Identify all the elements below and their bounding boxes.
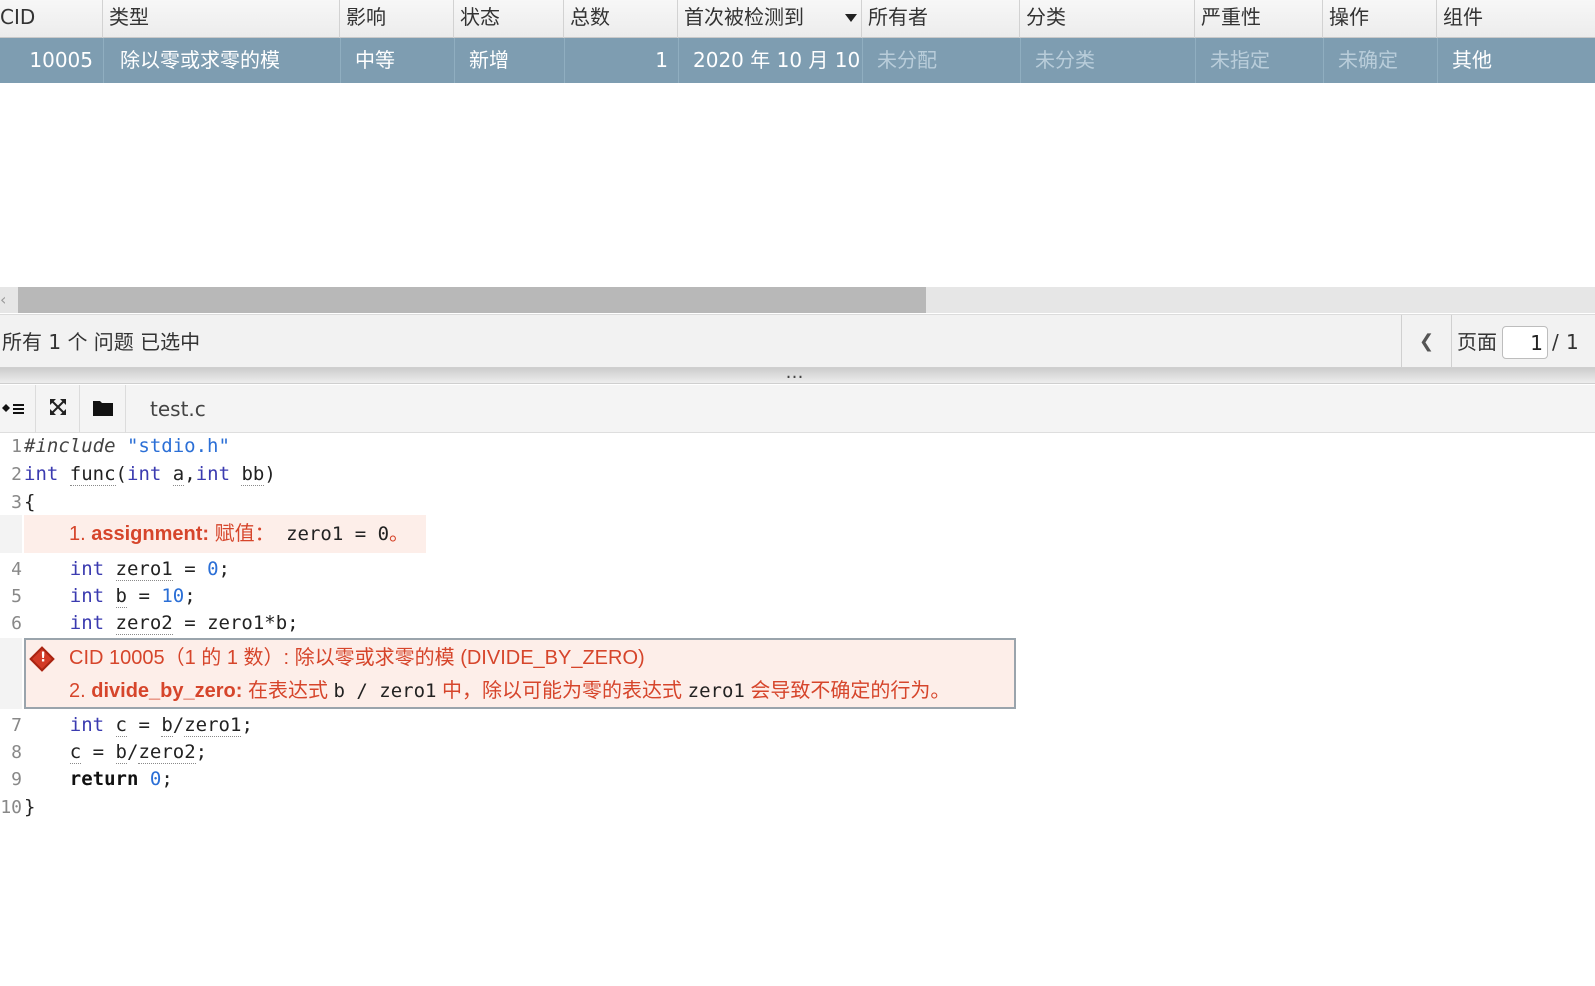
expand-button[interactable]	[36, 385, 80, 433]
horizontal-scrollbar[interactable]: ‹	[0, 287, 1595, 313]
event-assignment[interactable]: 1. assignment: 赋值： zero1 = 0。	[24, 515, 426, 553]
source-code-view: 1 #include "stdio.h" 2 int func(int a,in…	[0, 433, 1595, 986]
cell-severity: 未指定	[1196, 38, 1324, 83]
line-number: 8	[11, 742, 22, 763]
code-content: int b = 10;	[69, 585, 196, 608]
code-content: int c = b/zero1;	[69, 714, 253, 737]
column-header-severity[interactable]: 严重性	[1195, 0, 1323, 38]
column-header-type[interactable]: 类型	[103, 0, 340, 38]
defect-warning-icon	[29, 646, 55, 672]
code-line: 5 int b = 10;	[0, 583, 1595, 610]
event-divide-by-zero: 2. divide_by_zero: 在表达式 b / zero1 中，除以可能…	[69, 677, 950, 705]
code-content: int zero2 = zero1*b;	[69, 612, 299, 635]
status-bar: 所有 1 个 问题 已选中 ❮ 页面 / 1	[0, 314, 1595, 369]
scroll-left-icon[interactable]: ‹	[0, 291, 14, 309]
table-row[interactable]: 10005 除以零或求零的模 中等 新增 1 2020 年 10 月 10 未分…	[0, 38, 1595, 83]
code-line: 8 c = b/zero2;	[0, 739, 1595, 766]
code-line: 9 return 0;	[0, 766, 1595, 793]
column-header-first-detected[interactable]: 首次被检测到	[678, 0, 862, 38]
defect-event-box[interactable]: CID 10005（1 的 1 数）: 除以零或求零的模 (DIVIDE_BY_…	[24, 638, 1016, 709]
line-number: 5	[11, 586, 22, 607]
code-line: 6 int zero2 = zero1*b;	[0, 610, 1595, 637]
event-text-end: 。	[389, 523, 410, 545]
event-code: b / zero1	[333, 680, 437, 702]
code-content: return 0;	[69, 768, 173, 790]
code-line: 7 int c = b/zero1;	[0, 712, 1595, 739]
column-header-status[interactable]: 状态	[454, 0, 564, 38]
line-number: 2	[11, 464, 22, 485]
defect-title: CID 10005（1 的 1 数）: 除以零或求零的模 (DIVIDE_BY_…	[69, 647, 645, 669]
code-content: int func(int a,int bb)	[24, 463, 276, 486]
line-number: 3	[11, 492, 22, 513]
page-label: 页面	[1457, 330, 1497, 354]
event-text: 在表达式	[242, 680, 334, 702]
page-total: 1	[1566, 330, 1579, 354]
cell-first-detected: 2020 年 10 月 10	[679, 38, 863, 83]
scrollbar-thumb[interactable]	[18, 287, 926, 313]
column-header-count[interactable]: 总数	[564, 0, 678, 38]
pager: ❮ 页面 / 1	[1401, 315, 1595, 369]
cell-component: 其他	[1452, 48, 1492, 72]
code-content: int zero1 = 0;	[69, 558, 230, 581]
file-tab-test-c[interactable]: test.c	[150, 385, 206, 433]
source-toolbar: test.c	[0, 385, 1595, 433]
cell-action: 未确定	[1324, 38, 1438, 83]
code-content: c = b/zero2;	[69, 741, 208, 764]
line-number: 7	[11, 715, 22, 736]
cell-cid: 10005	[0, 38, 104, 83]
cell-owner: 未分配	[863, 38, 1021, 83]
column-header-first-detected-label: 首次被检测到	[684, 5, 804, 29]
line-number: 4	[11, 559, 22, 580]
column-header-component[interactable]: 组件	[1437, 0, 1595, 38]
line-number: 6	[11, 613, 22, 634]
expand-icon	[50, 399, 66, 415]
column-header-action[interactable]: 操作	[1323, 0, 1437, 38]
code-line: 1 #include "stdio.h"	[0, 433, 1595, 460]
page-separator: /	[1552, 330, 1559, 354]
pane-splitter[interactable]: …	[0, 364, 1595, 384]
cell-count: 1	[565, 38, 679, 83]
cell-classification: 未分类	[1021, 38, 1196, 83]
splitter-grip-icon[interactable]: …	[780, 364, 810, 384]
code-content: #include "stdio.h"	[24, 435, 230, 457]
column-header-cid[interactable]: CID	[0, 0, 103, 38]
chevron-left-icon: ❮	[1418, 331, 1435, 352]
column-header-impact[interactable]: 影响	[340, 0, 454, 38]
line-number: 1	[11, 436, 22, 457]
line-number: 10	[0, 797, 22, 818]
event-number: 1.	[69, 523, 92, 545]
issues-table-header: CID 类型 影响 状态 总数 首次被检测到 所有者 分类 严重性 操作 组件	[0, 0, 1595, 38]
folder-icon	[93, 401, 113, 416]
page-number-input[interactable]	[1502, 326, 1548, 359]
code-content: }	[24, 796, 36, 818]
sort-descending-icon[interactable]	[845, 14, 857, 22]
event-text: 中，除以可能为零的表达式	[436, 680, 688, 702]
event-code: zero1	[687, 680, 745, 702]
code-line: 4 int zero1 = 0;	[0, 556, 1595, 583]
selection-summary: 所有 1 个 问题 已选中	[2, 330, 201, 354]
event-tag: divide_by_zero:	[91, 680, 243, 702]
open-folder-button[interactable]	[80, 385, 126, 433]
column-header-owner[interactable]: 所有者	[862, 0, 1020, 38]
toggle-events-button[interactable]	[0, 385, 36, 433]
line-number: 9	[11, 769, 22, 790]
code-line: 3 {	[0, 489, 1595, 516]
event-tag: assignment:	[91, 523, 210, 545]
event-text: 赋值：	[209, 523, 275, 545]
code-line: 10 }	[0, 794, 1595, 821]
code-content: {	[24, 491, 36, 513]
event-number: 2.	[69, 680, 92, 702]
code-line: 2 int func(int a,int bb)	[0, 461, 1595, 488]
event-code: zero1 = 0	[274, 523, 390, 545]
cell-status: 新增	[455, 38, 565, 83]
cell-impact: 中等	[341, 38, 455, 83]
column-header-classification[interactable]: 分类	[1020, 0, 1195, 38]
event-text: 会导致不确定的行为。	[744, 680, 951, 702]
previous-page-button[interactable]: ❮	[1402, 315, 1452, 369]
event-list-icon	[2, 404, 24, 414]
cell-type: 除以零或求零的模	[104, 38, 341, 83]
